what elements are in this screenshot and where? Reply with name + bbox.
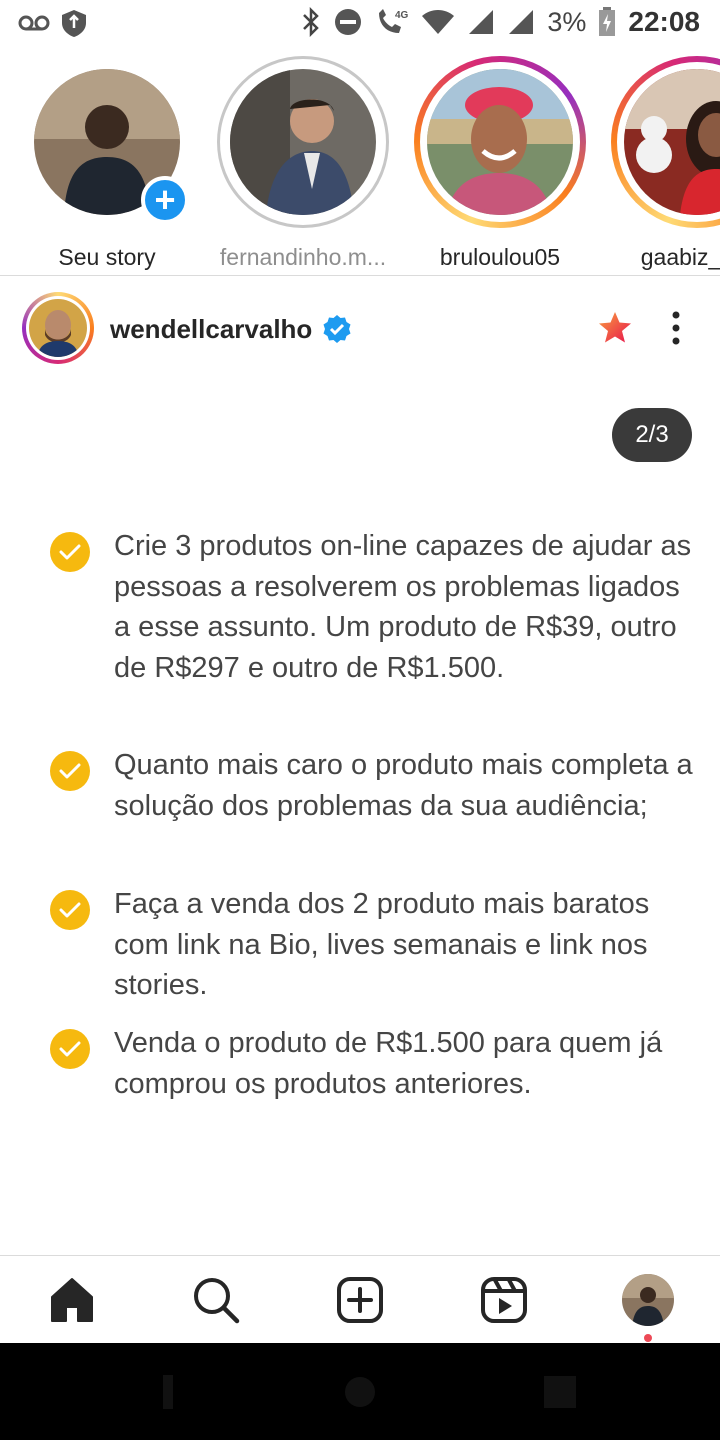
verified-badge-icon <box>322 314 352 349</box>
reels-icon[interactable] <box>478 1274 530 1326</box>
notification-dot <box>644 1334 652 1342</box>
list-item-text: Crie 3 produtos on-line capazes de ajuda… <box>114 530 692 684</box>
search-icon[interactable] <box>190 1274 242 1326</box>
story-own[interactable]: + Seu story <box>17 56 197 271</box>
wifi-icon <box>421 9 455 35</box>
check-icon <box>50 751 90 791</box>
check-icon <box>50 1029 90 1069</box>
voicemail-icon <box>18 13 50 33</box>
profile-tab[interactable] <box>622 1274 674 1326</box>
home-button-icon[interactable] <box>343 1375 377 1409</box>
bluetooth-icon <box>301 7 321 37</box>
avatar <box>622 1274 674 1326</box>
recents-icon[interactable] <box>543 1375 577 1409</box>
story-item[interactable]: fernandinho.m... <box>213 56 393 271</box>
avatar <box>624 69 720 215</box>
check-icon <box>50 532 90 572</box>
avatar <box>427 69 573 215</box>
story-label: fernandinho.m... <box>219 244 387 270</box>
check-icon <box>50 890 90 930</box>
story-item[interactable]: gaabiz_car <box>607 56 720 271</box>
post-author-avatar-ring[interactable] <box>22 292 94 364</box>
favorite-star-icon[interactable] <box>597 310 633 351</box>
story-label: bruloulou05 <box>439 244 561 270</box>
signal-icon-2 <box>507 8 535 36</box>
system-nav-bar <box>0 1343 720 1440</box>
carousel-counter: 2/3 <box>612 408 692 462</box>
add-story-icon[interactable]: + <box>141 176 189 224</box>
story-label: gaabiz_car <box>640 244 720 270</box>
wifi-call-icon: 4G <box>375 7 409 37</box>
battery-percent: 3% <box>547 6 587 37</box>
status-bar: 4G 3% 22:08 <box>0 0 720 48</box>
vpn-shield-icon <box>60 8 88 38</box>
dnd-icon <box>333 7 363 37</box>
stories-tray: + Seu story fernandinho.m... bruloulou05 <box>0 48 720 276</box>
clock: 22:08 <box>628 6 700 37</box>
battery-icon <box>598 7 616 37</box>
more-options-icon[interactable] <box>662 310 690 351</box>
list-item-text: Faça a venda dos 2 produto mais baratos … <box>114 888 650 1001</box>
new-post-icon[interactable] <box>334 1274 386 1326</box>
list-item-text: Venda o produto de R$1.500 para quem já … <box>114 1027 663 1100</box>
bottom-nav <box>0 1255 720 1343</box>
avatar <box>230 69 376 215</box>
post-media[interactable]: 2/3 Crie 3 produtos on-line capazes de a… <box>0 380 720 1256</box>
avatar <box>29 299 87 357</box>
post-header: wendellcarvalho <box>0 276 720 380</box>
story-label: Seu story <box>58 244 156 270</box>
home-icon[interactable] <box>46 1274 98 1326</box>
svg-text:4G: 4G <box>395 10 409 21</box>
signal-icon-1 <box>467 8 495 36</box>
story-item[interactable]: bruloulou05 <box>410 56 590 271</box>
back-icon[interactable] <box>143 1375 177 1409</box>
post-username[interactable]: wendellcarvalho <box>110 314 312 345</box>
list-item-text: Quanto mais caro o produto mais completa… <box>114 749 693 822</box>
